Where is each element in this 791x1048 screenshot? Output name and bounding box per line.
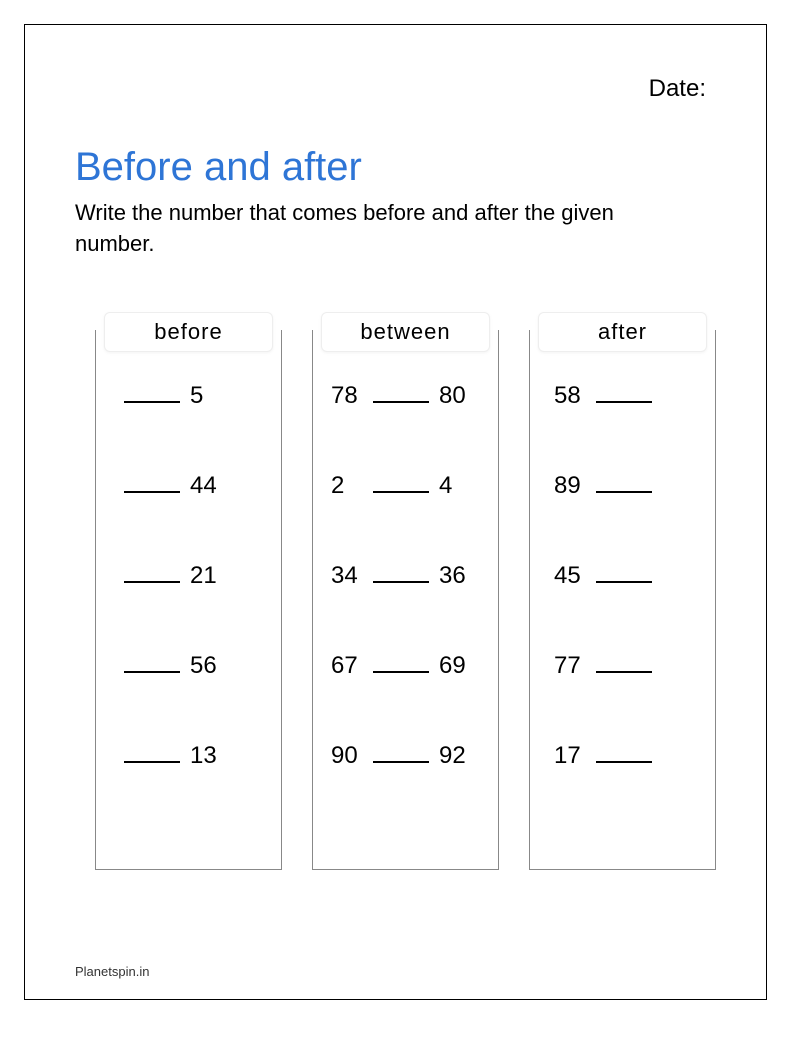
after-row: 77: [548, 652, 697, 742]
between-row: 34 36: [331, 562, 480, 652]
blank-input[interactable]: [596, 383, 652, 403]
blank-input[interactable]: [373, 383, 429, 403]
before-row: 44: [114, 472, 263, 562]
column-before: before 5 44 21 56 13: [95, 330, 282, 870]
blank-input[interactable]: [373, 653, 429, 673]
given-number: 89: [554, 472, 586, 500]
column-after: after 58 89 45 77 17: [529, 330, 716, 870]
given-number: 77: [554, 652, 586, 680]
blank-input[interactable]: [373, 473, 429, 493]
blank-input[interactable]: [124, 473, 180, 493]
blank-input[interactable]: [124, 563, 180, 583]
given-number-right: 4: [439, 472, 471, 500]
given-number-right: 69: [439, 652, 471, 680]
columns-container: before 5 44 21 56 13 between: [95, 330, 716, 870]
before-row: 5: [114, 382, 263, 472]
blank-input[interactable]: [596, 563, 652, 583]
column-header-before: before: [104, 312, 273, 352]
before-row: 13: [114, 742, 263, 832]
blank-input[interactable]: [373, 563, 429, 583]
given-number-left: 2: [331, 472, 363, 500]
given-number-left: 67: [331, 652, 363, 680]
given-number: 56: [190, 652, 222, 680]
column-header-between: between: [321, 312, 490, 352]
blank-input[interactable]: [596, 653, 652, 673]
given-number-right: 80: [439, 382, 471, 410]
blank-input[interactable]: [373, 743, 429, 763]
after-row: 58: [548, 382, 697, 472]
between-row: 90 92: [331, 742, 480, 832]
instructions: Write the number that comes before and a…: [75, 198, 675, 260]
worksheet-page: Date: Before and after Write the number …: [24, 24, 767, 1000]
blank-input[interactable]: [124, 653, 180, 673]
between-row: 2 4: [331, 472, 480, 562]
given-number-left: 34: [331, 562, 363, 590]
given-number: 21: [190, 562, 222, 590]
given-number: 5: [190, 382, 222, 410]
blank-input[interactable]: [124, 383, 180, 403]
before-row: 56: [114, 652, 263, 742]
given-number: 44: [190, 472, 222, 500]
after-row: 17: [548, 742, 697, 832]
after-row: 89: [548, 472, 697, 562]
given-number-left: 78: [331, 382, 363, 410]
given-number: 58: [554, 382, 586, 410]
blank-input[interactable]: [124, 743, 180, 763]
blank-input[interactable]: [596, 473, 652, 493]
between-row: 78 80: [331, 382, 480, 472]
given-number-right: 36: [439, 562, 471, 590]
footer-attribution: Planetspin.in: [75, 964, 149, 979]
blank-input[interactable]: [596, 743, 652, 763]
date-label: Date:: [649, 75, 706, 103]
after-row: 45: [548, 562, 697, 652]
column-between: between 78 80 2 4 34 36 67 69: [312, 330, 499, 870]
given-number-left: 90: [331, 742, 363, 770]
given-number-right: 92: [439, 742, 471, 770]
page-title: Before and after: [75, 145, 716, 190]
given-number: 13: [190, 742, 222, 770]
before-row: 21: [114, 562, 263, 652]
column-header-after: after: [538, 312, 707, 352]
between-row: 67 69: [331, 652, 480, 742]
given-number: 17: [554, 742, 586, 770]
given-number: 45: [554, 562, 586, 590]
